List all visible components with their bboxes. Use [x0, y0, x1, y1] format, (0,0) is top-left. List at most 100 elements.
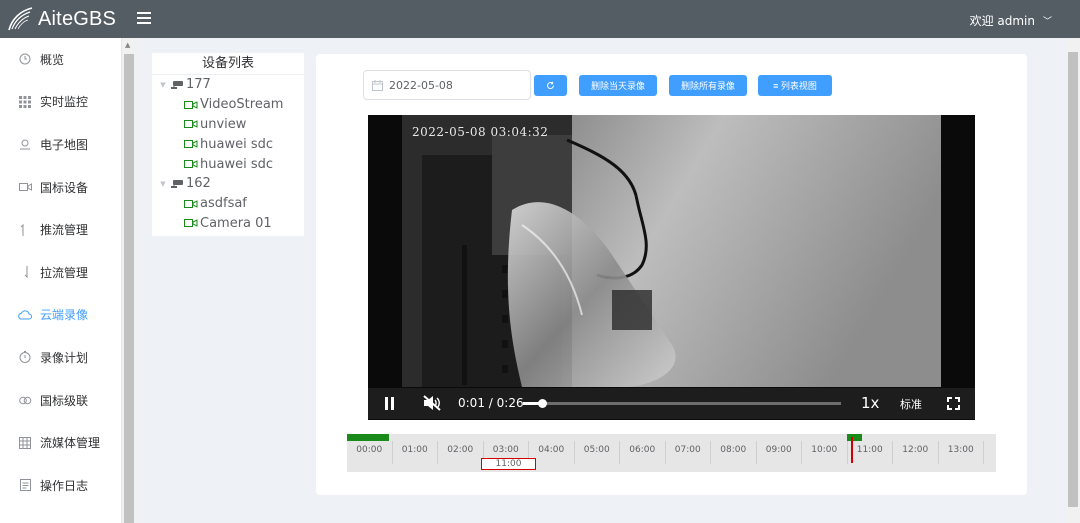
timeline-tick: 07:00 — [666, 441, 711, 464]
cloud-icon — [18, 308, 32, 322]
timeline-tick: 12:00 — [893, 441, 939, 464]
sidebar-item-recording-plan[interactable]: 录像计划 — [0, 336, 121, 379]
sidebar-item-label: 实时监控 — [40, 95, 89, 110]
sidebar-item-operation-log[interactable]: 操作日志 — [0, 464, 121, 507]
hamburger-line — [137, 12, 151, 14]
tree-node-channel[interactable]: Camera 01 — [152, 214, 304, 234]
recording-segment[interactable] — [347, 434, 389, 441]
tree-node-channel[interactable]: huawei sdc — [152, 134, 304, 154]
progress-bar[interactable] — [523, 399, 841, 408]
feather-logo-icon — [8, 7, 33, 31]
map-pin-icon — [18, 137, 32, 151]
timeline-cursor[interactable] — [851, 437, 853, 463]
video-camera-icon — [18, 180, 32, 194]
video-camera-icon — [184, 160, 198, 169]
calendar-icon — [372, 79, 383, 91]
sidebar-scrollbar-thumb[interactable] — [124, 54, 134, 523]
arrow-down-icon — [18, 265, 32, 279]
menu-toggle-button[interactable] — [137, 12, 151, 26]
sidebar-item-overview[interactable]: 概览 — [0, 38, 121, 81]
top-header: AiteGBS 欢迎 admin ﹀ — [0, 0, 1080, 38]
recording-timeline[interactable]: 00:00 01:00 02:00 03:00 04:00 05:00 06:00 07:00… — [347, 434, 996, 472]
timeline-tick: 00:00 — [347, 441, 393, 464]
timeline-tick: 10:00 — [802, 441, 848, 464]
sidebar-item-label: 国标设备 — [40, 180, 89, 195]
sidebar-item-live-monitor[interactable]: 实时监控 — [0, 81, 121, 124]
tree-node-device[interactable]: ▼ 177 — [152, 75, 304, 95]
progress-knob[interactable] — [538, 399, 548, 408]
video-player[interactable] — [368, 115, 975, 420]
chevron-down-icon: ﹀ — [1042, 17, 1052, 27]
timeline-tick: 02:00 — [438, 441, 484, 464]
sidebar-item-gb-devices[interactable]: 国标设备 — [0, 166, 121, 209]
timeline-tick: 09:00 — [757, 441, 802, 464]
timeline-tick: 05:00 — [575, 441, 620, 464]
tree-node-channel[interactable]: huawei sdc — [152, 154, 304, 174]
arrow-up-icon — [18, 223, 32, 237]
timeline-tick: 01:00 — [393, 441, 438, 464]
tree-node-label: 177 — [186, 77, 211, 93]
delete-all-button[interactable]: 删除所有录像 — [669, 75, 747, 96]
sidebar-item-label: 操作日志 — [40, 478, 89, 493]
time-separator: / — [488, 396, 493, 410]
pause-icon[interactable] — [384, 397, 395, 410]
video-camera-icon — [184, 199, 198, 208]
sidebar-item-media-server[interactable]: 流媒体管理 — [0, 421, 121, 464]
fullscreen-icon[interactable] — [947, 397, 960, 410]
hamburger-line — [137, 17, 151, 19]
sidebar-scrollbar[interactable]: ▲ — [122, 38, 136, 523]
sidebar-item-label: 拉流管理 — [40, 265, 89, 280]
refresh-icon — [547, 81, 555, 89]
current-time: 0:01 — [458, 396, 485, 410]
delete-today-button[interactable]: 删除当天录像 — [579, 75, 657, 96]
sidebar-item-label: 电子地图 — [40, 137, 89, 152]
refresh-button[interactable] — [534, 75, 567, 96]
date-picker[interactable]: 2022-05-08 — [363, 70, 531, 100]
tree-node-label: huawei sdc — [200, 156, 273, 172]
tree-node-channel[interactable]: asdfsaf — [152, 194, 304, 214]
hamburger-line — [137, 22, 151, 24]
player-controls: 0:01 / 0:26 1x 标准 — [368, 388, 975, 419]
tree-node-channel[interactable]: VideoStream — [152, 95, 304, 115]
duration-time: 0:26 — [496, 396, 524, 410]
playback-time: 0:01 / 0:26 — [458, 396, 524, 410]
user-menu[interactable]: 欢迎 admin ﹀ — [970, 12, 1052, 29]
caret-down-icon[interactable]: ▼ — [156, 81, 170, 89]
device-tree: 设备列表 ▼ 177 VideoStream unview huawei sdc… — [152, 53, 304, 236]
video-timestamp-overlay: 2022-05-08 03:04:32 — [412, 125, 549, 139]
sidebar-item-cloud-recording[interactable]: 云端录像 — [0, 294, 121, 337]
sidebar-item-label: 流媒体管理 — [40, 436, 101, 451]
sidebar-item-gb-cascade[interactable]: 国标级联 — [0, 379, 121, 422]
welcome-text: 欢迎 admin — [969, 14, 1035, 28]
tree-node-label: huawei sdc — [200, 136, 273, 152]
page-scrollbar[interactable] — [1066, 38, 1080, 523]
quality-selector[interactable]: 标准 — [900, 396, 922, 412]
mute-icon[interactable] — [423, 395, 441, 411]
sidebar-item-map[interactable]: 电子地图 — [0, 123, 121, 166]
tree-node-label: asdfsaf — [200, 196, 247, 212]
timeline-tick: 11:00 — [848, 441, 893, 464]
sidebar-item-label: 云端录像 — [40, 308, 89, 323]
ptz-camera-icon — [171, 179, 183, 188]
video-camera-icon — [184, 100, 198, 109]
tree-node-device[interactable]: ▼ 162 — [152, 174, 304, 194]
timeline-tick: 06:00 — [620, 441, 666, 464]
sidebar-item-push-stream[interactable]: 推流管理 — [0, 208, 121, 251]
page-scrollbar-thumb[interactable] — [1068, 52, 1078, 507]
tree-node-label: VideoStream — [200, 97, 284, 113]
sidebar-item-label: 推流管理 — [40, 223, 89, 238]
clock-icon — [18, 52, 32, 66]
video-camera-icon — [184, 219, 198, 228]
recording-segment[interactable] — [847, 434, 862, 441]
list-view-button[interactable]: ≡ 列表视图 — [758, 75, 832, 96]
timeline-tick: 13:00 — [939, 441, 984, 464]
video-frame — [402, 115, 941, 387]
scroll-up-arrow-icon[interactable]: ▲ — [125, 41, 130, 49]
speed-selector[interactable]: 1x — [861, 394, 879, 412]
video-camera-icon — [184, 140, 198, 149]
caret-down-icon[interactable]: ▼ — [156, 180, 170, 188]
app-logo[interactable]: AiteGBS — [6, 4, 116, 34]
device-tree-title: 设备列表 — [152, 53, 304, 75]
tree-node-channel[interactable]: unview — [152, 115, 304, 135]
sidebar-item-pull-stream[interactable]: 拉流管理 — [0, 251, 121, 294]
